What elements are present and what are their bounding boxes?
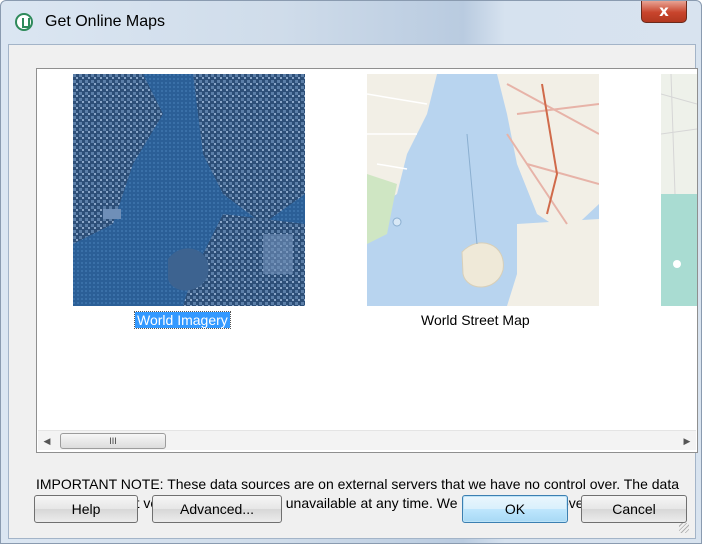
scroll-left-arrow-icon[interactable]: ◀ [38,431,56,451]
cancel-button[interactable]: Cancel [581,495,687,523]
partial-map-thumbnail[interactable] [661,74,697,306]
map-gallery[interactable]: World Imagery World Street Map ◀ III ▶ [36,68,698,453]
close-icon: x [659,2,669,20]
world-street-map-thumbnail[interactable] [367,74,599,306]
scroll-right-arrow-icon[interactable]: ▶ [678,431,696,451]
world-imagery-label[interactable]: World Imagery [134,311,231,329]
street-map-image [367,74,599,306]
app-icon [15,13,33,31]
world-imagery-thumbnail[interactable] [73,74,305,306]
dialog-window: Get Online Maps x World Imagery World St… [0,0,702,544]
ok-button[interactable]: OK [462,495,568,523]
dialog-body: World Imagery World Street Map ◀ III ▶ I… [8,44,698,539]
help-button[interactable]: Help [34,495,138,523]
satellite-map-image [73,74,305,306]
close-button[interactable]: x [641,1,687,23]
advanced-button[interactable]: Advanced... [152,495,282,523]
scrollbar-thumb[interactable]: III [60,433,166,449]
title-bar[interactable]: Get Online Maps x [1,1,701,43]
resize-grip-icon[interactable] [679,523,689,533]
window-title: Get Online Maps [45,13,166,30]
topo-map-image [661,74,697,306]
world-street-map-label[interactable]: World Street Map [421,312,530,328]
horizontal-scrollbar[interactable]: ◀ III ▶ [38,430,696,450]
